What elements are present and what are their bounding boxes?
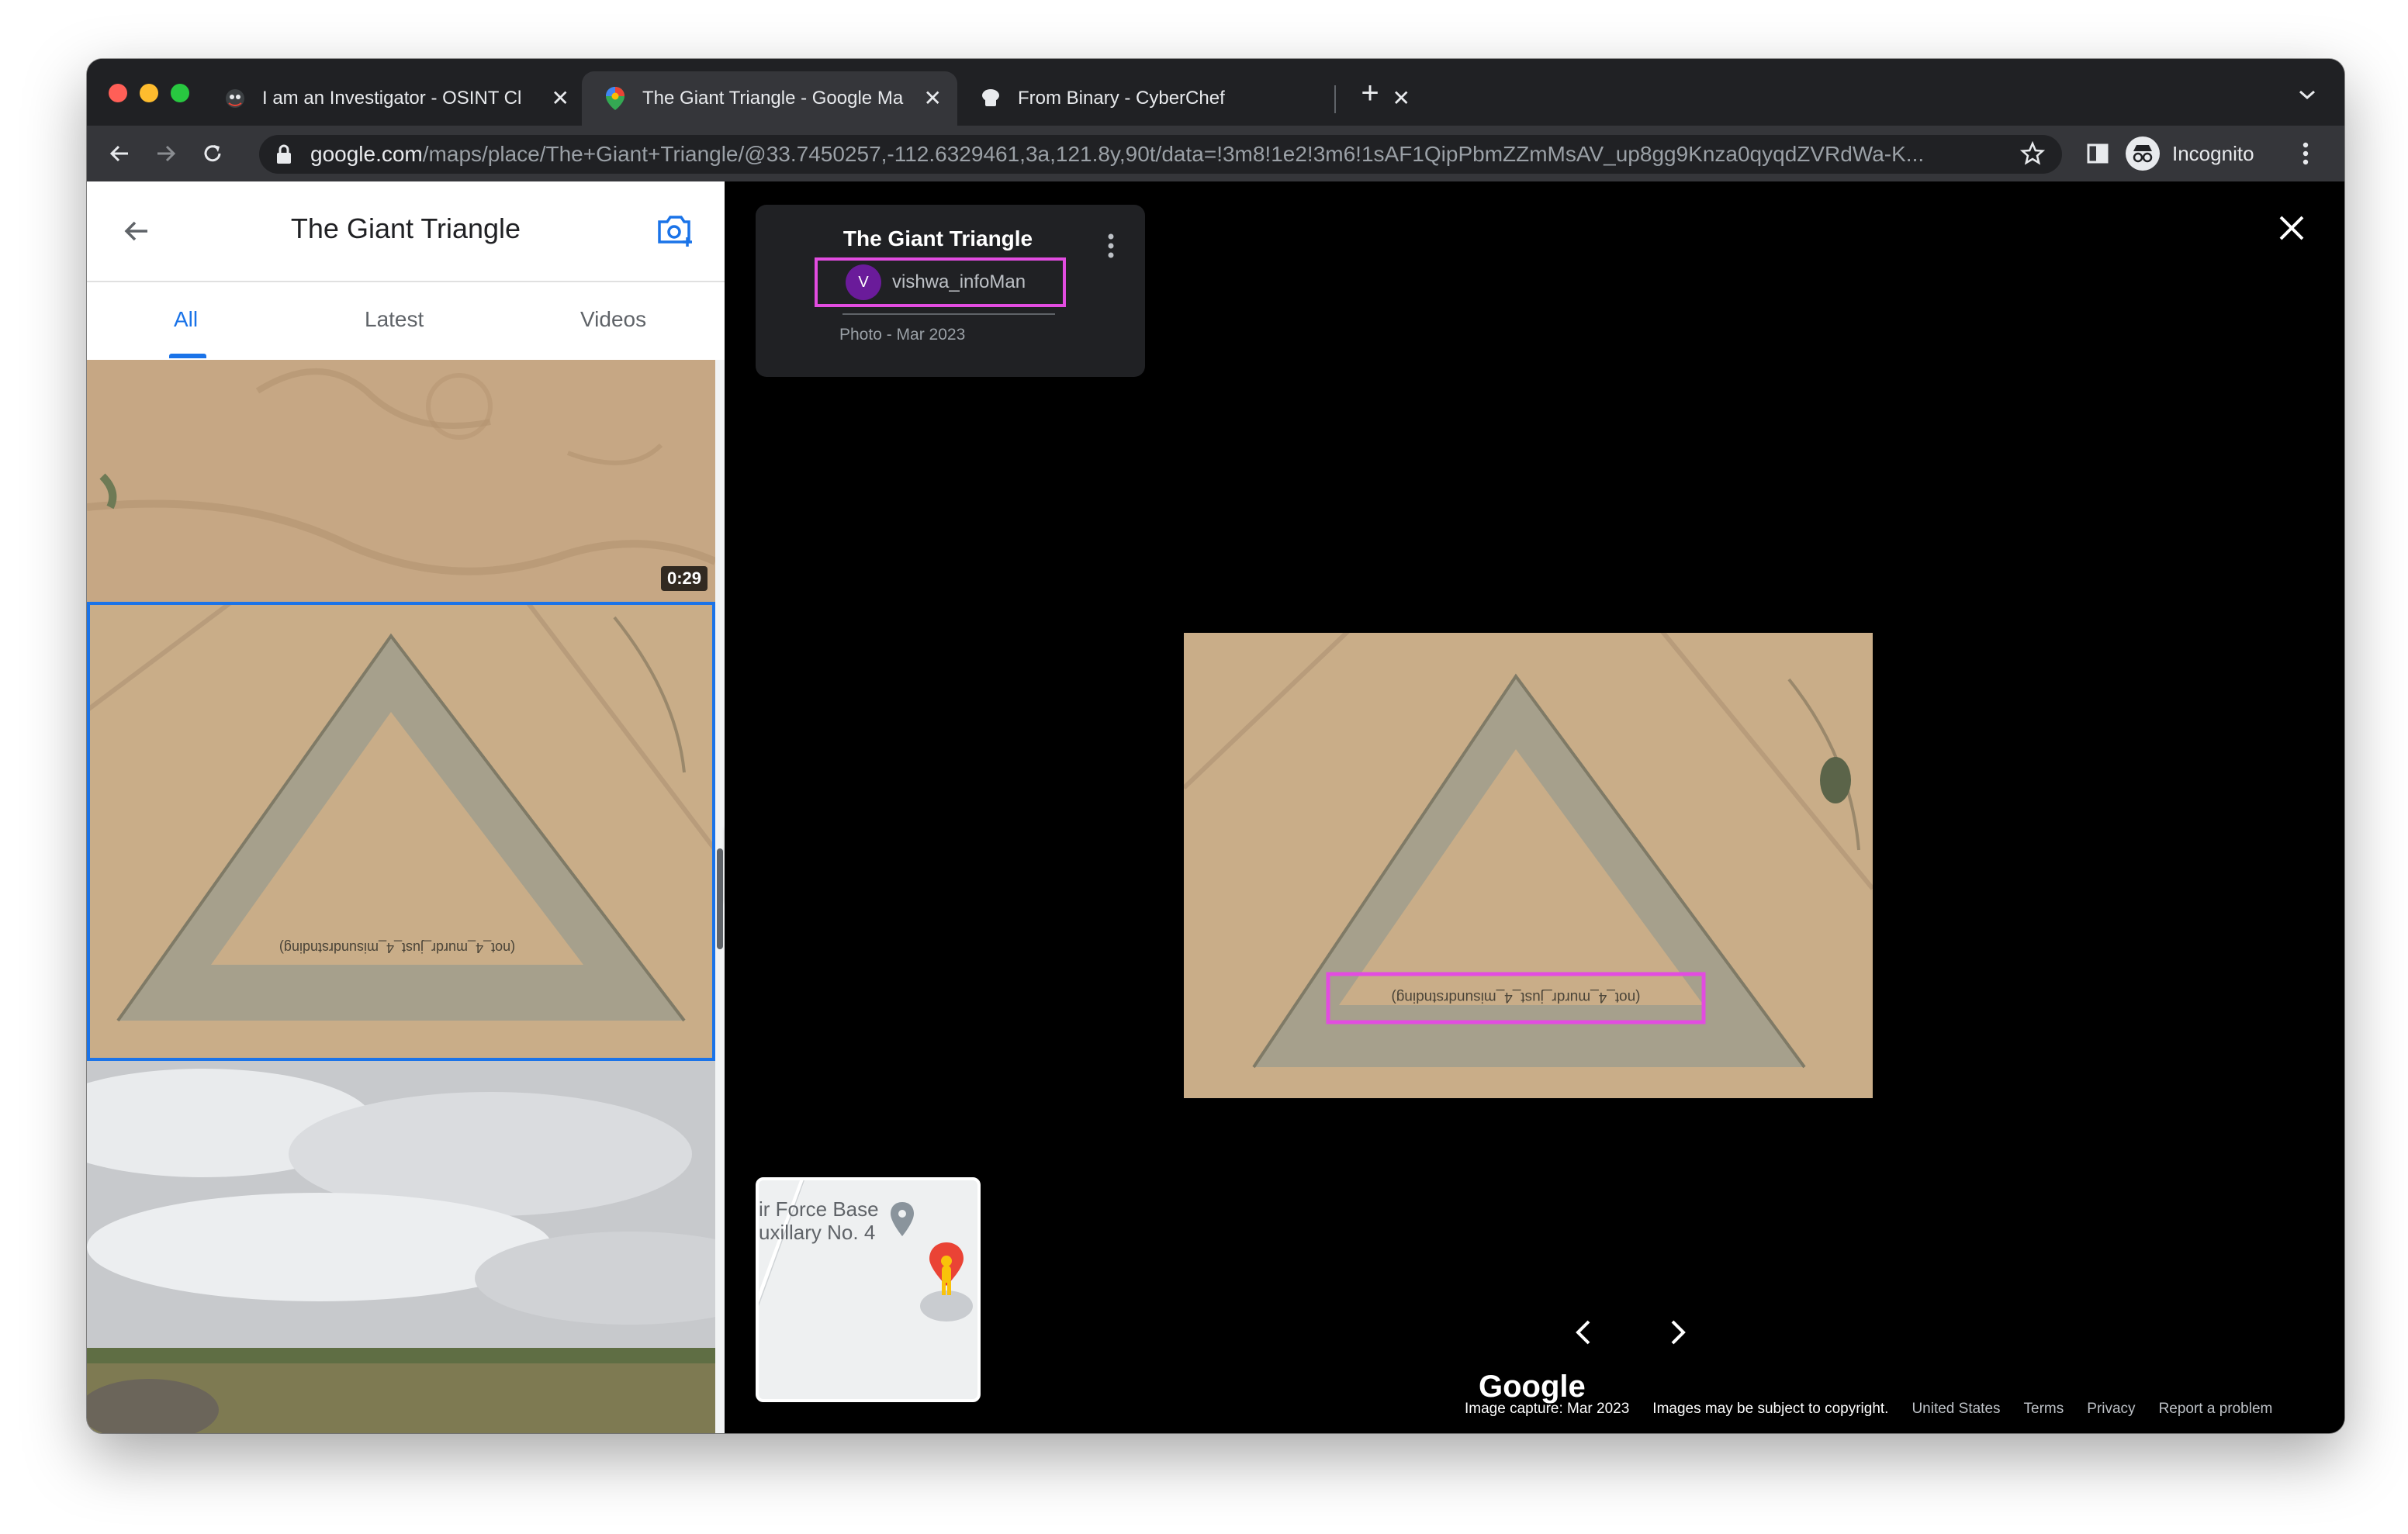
tab-title: From Binary - CyberChef (1018, 88, 1225, 109)
landscape-photo-thumbnail[interactable] (87, 1061, 715, 1433)
video-thumbnail[interactable]: 0:29 (87, 360, 715, 602)
forward-arrow-icon[interactable] (152, 140, 180, 168)
browser-toolbar: google.com/maps/place/The+Giant+Triangle… (87, 126, 2344, 181)
author-highlight-box: V vishwa_infoMan (815, 257, 1066, 307)
next-photo-chevron-icon[interactable] (1662, 1317, 1699, 1354)
triangle-photo-thumbnail[interactable]: (not_4_murdr_just_4_misundrstnding) (87, 602, 715, 1061)
close-tab-icon[interactable]: ✕ (1393, 85, 1410, 111)
triangle-caption: (not_4_murdr_just_4_misundrstnding) (1391, 989, 1640, 1005)
terms-link[interactable]: Terms (2024, 1401, 2064, 1418)
new-tab-plus-icon[interactable]: + (1356, 76, 1384, 110)
lock-icon[interactable] (276, 144, 292, 168)
side-panel-tabs: All Latest Videos (87, 282, 725, 360)
avatar[interactable]: V (846, 264, 881, 300)
photo-viewer: The Giant Triangle V vishwa_infoMan Phot… (725, 181, 2344, 1433)
cloudy-sky-image (87, 1061, 715, 1433)
google-logo: Google (1479, 1370, 1586, 1404)
url-path: /maps/place/The+Giant+Triangle/@33.74502… (422, 142, 1925, 166)
address-bar[interactable]: google.com/maps/place/The+Giant+Triangle… (259, 135, 2062, 174)
pegman-icon[interactable] (915, 1239, 976, 1328)
tab-latest[interactable]: Latest (365, 307, 424, 332)
privacy-link[interactable]: Privacy (2087, 1401, 2135, 1418)
giant-triangle-aerial-image: (not_4_murdr_just_4_misundrstnding) (90, 605, 712, 1058)
osint-favicon-icon (223, 87, 247, 110)
divider (842, 313, 1055, 315)
video-duration-badge: 0:29 (660, 566, 708, 591)
author-name[interactable]: vishwa_infoMan (892, 271, 1026, 293)
browser-tab-cyberchef[interactable]: From Binary - CyberChef ✕ (957, 71, 1423, 126)
desert-sand-image (87, 360, 715, 602)
active-tab-indicator (169, 354, 206, 358)
tab-title: The Giant Triangle - Google Ma (642, 88, 904, 109)
previous-photo-chevron-icon[interactable] (1569, 1317, 1606, 1354)
url-domain: google.com (310, 142, 423, 166)
photos-side-panel: The Giant Triangle All Latest Videos 0:2… (87, 181, 725, 1433)
reload-icon[interactable] (199, 140, 227, 168)
report-problem-link[interactable]: Report a problem (2159, 1401, 2273, 1418)
image-capture-date: Image capture: Mar 2023 (1465, 1401, 1630, 1417)
tab-videos[interactable]: Videos (580, 307, 646, 332)
more-options-icon[interactable] (1106, 233, 1122, 264)
tab-strip: I am an Investigator - OSINT Cl ✕ The Gi… (87, 59, 2344, 126)
add-photo-camera-icon[interactable] (656, 212, 695, 252)
tab-search-chevron-icon[interactable] (2293, 81, 2321, 109)
minimize-window-button[interactable] (140, 84, 158, 102)
map-label-air-force-base: ir Force Base (759, 1197, 879, 1221)
browser-window: I am an Investigator - OSINT Cl ✕ The Gi… (87, 59, 2344, 1433)
close-tab-icon[interactable]: ✕ (924, 85, 942, 111)
side-panel-title: The Giant Triangle (290, 212, 521, 244)
page-content: The Giant Triangle All Latest Videos 0:2… (87, 181, 2344, 1433)
photo-info-card: The Giant Triangle V vishwa_infoMan Phot… (756, 205, 1145, 377)
browser-tab-google-maps[interactable]: The Giant Triangle - Google Ma ✕ (582, 71, 957, 126)
copyright-notice[interactable]: Images may be subject to copyright. (1652, 1401, 1888, 1418)
url-text: google.com/maps/place/The+Giant+Triangle… (310, 142, 2001, 167)
incognito-icon (2126, 136, 2160, 171)
tab-all[interactable]: All (174, 307, 198, 332)
map-pin-icon (889, 1201, 915, 1242)
incognito-label: Incognito (2172, 141, 2254, 165)
scrollbar-thumb[interactable] (717, 848, 723, 949)
google-maps-pin-icon (604, 87, 627, 110)
bookmark-star-icon[interactable] (2019, 140, 2046, 170)
viewer-footer: Image capture: Mar 2023 Images may be su… (1465, 1401, 2296, 1418)
photo-meta: Photo - Mar 2023 (839, 326, 966, 344)
map-label-auxillary: uxillary No. 4 (759, 1221, 876, 1244)
close-viewer-icon[interactable] (2276, 212, 2313, 250)
incognito-profile-button[interactable]: Incognito (2126, 132, 2273, 175)
close-tab-icon[interactable]: ✕ (552, 85, 569, 111)
side-panel-toggle-icon[interactable] (2084, 140, 2112, 168)
cyberchef-hat-icon (979, 87, 1002, 110)
back-arrow-icon[interactable] (106, 140, 133, 168)
country-label: United States (1912, 1401, 2001, 1417)
tab-separator (1334, 85, 1336, 113)
main-photo[interactable]: (not_4_murdr_just_4_misundrstnding) (1184, 633, 1873, 1098)
browser-menu-icon[interactable] (2292, 140, 2320, 168)
giant-triangle-aerial-image: (not_4_murdr_just_4_misundrstnding) (1184, 633, 1873, 1098)
place-title[interactable]: The Giant Triangle (756, 226, 1120, 251)
maximize-window-button[interactable] (171, 84, 189, 102)
triangle-caption-thumb: (not_4_murdr_just_4_misundrstnding) (279, 939, 515, 955)
close-window-button[interactable] (109, 84, 127, 102)
tab-title: I am an Investigator - OSINT Cl (262, 88, 522, 109)
mini-map[interactable]: ir Force Base uxillary No. 4 (756, 1177, 981, 1402)
browser-tab-osint[interactable]: I am an Investigator - OSINT Cl ✕ (202, 71, 585, 126)
side-panel-header: The Giant Triangle (87, 181, 725, 282)
